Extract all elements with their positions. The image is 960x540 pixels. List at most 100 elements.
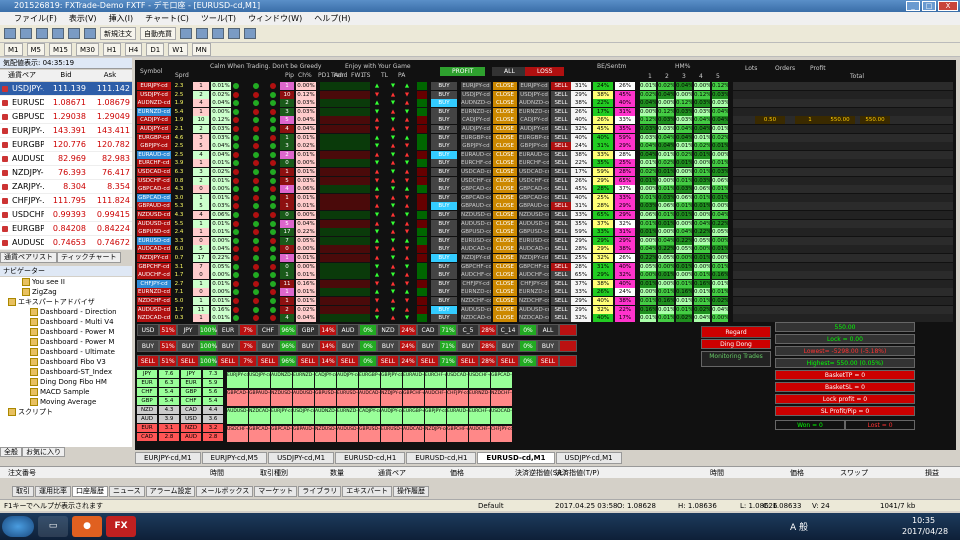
navigator-item[interactable]: Dashboard - Ultimate <box>0 347 132 357</box>
navigator-item[interactable]: MACD Sample <box>0 387 132 397</box>
chart-tab[interactable]: EURUSD-cd,M1 <box>477 452 555 464</box>
pair-symbol-cell[interactable]: AUDCHF-cd <box>137 271 171 280</box>
navigator-item[interactable]: Ding Dong Fibo HM <box>0 377 132 387</box>
pair-symbol-cell[interactable]: GBPCHF-cd <box>137 262 171 271</box>
maximize-button[interactable]: □ <box>922 1 936 11</box>
buy-button[interactable]: BUY <box>431 185 457 194</box>
close-button[interactable]: CLOSE <box>493 150 517 159</box>
close-button[interactable]: CLOSE <box>493 168 517 176</box>
fx-app-icon[interactable]: FX <box>106 516 136 537</box>
menu-item[interactable]: 表示(V) <box>69 13 97 24</box>
pair-symbol-cell[interactable]: AUDJPY-cd <box>137 125 171 133</box>
sell-button[interactable]: SELL <box>551 314 571 323</box>
navigator-item[interactable]: ZigZag <box>0 287 132 297</box>
sell-button[interactable]: SELL <box>551 236 571 245</box>
market-watch-row[interactable]: EURUSD-... 1.08671 1.08679 <box>0 96 132 110</box>
pair-symbol-cell[interactable]: GBPUSD-cd <box>137 228 171 237</box>
terminal-tab[interactable]: 操作履歴 <box>393 486 430 497</box>
terminal-tab[interactable]: 取引 <box>12 486 34 497</box>
clock-time[interactable]: 10:35 <box>912 516 935 525</box>
market-watch-row[interactable]: CHFJPY-... 111.795 111.824 <box>0 194 132 208</box>
terminal-column[interactable]: 数量 <box>330 467 344 479</box>
navigator-item[interactable]: Dashboard - Direction <box>0 307 132 317</box>
pair-symbol-cell[interactable]: NZDUSD-cd <box>137 211 171 219</box>
minimize-button[interactable]: _ <box>906 1 920 11</box>
buy-button[interactable]: BUY <box>431 193 457 202</box>
terminal-tab[interactable]: 運用比率 <box>35 486 71 497</box>
new-order-button[interactable]: 新規注文 <box>100 27 136 40</box>
clock-date[interactable]: 2017/04/28 <box>902 527 948 536</box>
chart-tab[interactable]: USDJPY-cd,M1 <box>555 452 622 464</box>
buy-button[interactable]: BUY <box>431 314 457 323</box>
close-button[interactable]: CLOSE <box>493 125 517 133</box>
pair-symbol-cell[interactable]: NZDJPY-cd <box>137 254 171 262</box>
close-button[interactable]: CLOSE <box>493 193 517 202</box>
terminal-tab[interactable]: エキスパート <box>342 486 393 497</box>
pair-symbol-cell[interactable]: GBPJPY-cd <box>137 142 171 151</box>
terminal-icon[interactable] <box>68 28 80 39</box>
sell-button[interactable]: SELL <box>551 168 571 176</box>
sell-button[interactable]: SELL <box>551 262 571 271</box>
firefox-icon[interactable]: ● <box>72 516 102 537</box>
menu-item[interactable]: ツール(T) <box>201 13 236 24</box>
close-button[interactable]: CLOSE <box>493 271 517 280</box>
timeframe-button[interactable]: H4 <box>124 43 143 56</box>
currency-sell-button[interactable]: SELL <box>377 355 399 367</box>
market-watch-row[interactable]: AUDUSD-... 82.969 82.983 <box>0 152 132 166</box>
navigator-icon[interactable] <box>52 28 64 39</box>
terminal-column[interactable]: 時間 <box>210 467 224 479</box>
close-button[interactable]: CLOSE <box>493 202 517 211</box>
market-watch-row[interactable]: USDCHF-... 0.99393 0.99415 <box>0 208 132 222</box>
currency-sell-button[interactable]: SELL <box>217 355 239 367</box>
buy-button[interactable]: BUY <box>431 288 457 297</box>
pair-symbol-cell[interactable]: USDCAD-cd <box>137 168 171 176</box>
terminal-tab[interactable]: ニュース <box>109 486 145 497</box>
sell-button[interactable]: SELL <box>551 133 571 142</box>
buy-button[interactable]: BUY <box>431 107 457 116</box>
timeframe-button[interactable]: M1 <box>4 43 23 56</box>
currency-sell-button[interactable]: SELL <box>417 355 439 367</box>
buy-button[interactable]: BUY <box>431 90 457 99</box>
buy-button[interactable]: BUY <box>431 279 457 288</box>
zoom-in-icon[interactable] <box>228 28 240 39</box>
sell-button[interactable]: SELL <box>551 288 571 297</box>
currency-sell-button[interactable]: SELL <box>297 355 319 367</box>
menu-item[interactable]: ウィンドウ(W) <box>248 13 302 24</box>
terminal-tab[interactable]: 口座履歴 <box>72 486 108 497</box>
pair-symbol-cell[interactable]: EURCHF-cd <box>137 159 171 168</box>
header-profit[interactable]: PROFIT <box>440 67 486 76</box>
start-button[interactable] <box>2 516 34 537</box>
market-watch-row[interactable]: GBPUSD-... 1.29038 1.29049 <box>0 110 132 124</box>
timeframe-button[interactable]: M30 <box>75 43 99 56</box>
buy-button[interactable]: BUY <box>431 99 457 108</box>
sell-button[interactable]: SELL <box>551 279 571 288</box>
pair-symbol-cell[interactable]: NZDCHF-cd <box>137 297 171 305</box>
buy-button[interactable]: BUY <box>431 211 457 219</box>
close-button[interactable]: CLOSE <box>493 176 517 185</box>
currency-buy-button[interactable]: BUY <box>457 340 479 352</box>
sell-button[interactable]: SELL <box>551 82 571 90</box>
currency-buy-button[interactable]: BUY <box>137 340 159 352</box>
pair-symbol-cell[interactable]: EURGBP-cd <box>137 133 171 142</box>
terminal-column[interactable]: 価格 <box>790 467 804 479</box>
sell-button[interactable]: SELL <box>551 219 571 228</box>
close-button[interactable]: CLOSE <box>493 211 517 219</box>
buy-button[interactable]: BUY <box>431 202 457 211</box>
currency-sell-button[interactable]: SELL <box>537 355 559 367</box>
regard-button[interactable]: Regard <box>701 326 771 338</box>
buy-button[interactable]: BUY <box>431 168 457 176</box>
close-button[interactable]: CLOSE <box>493 279 517 288</box>
currency-buy-button[interactable]: BUY <box>297 340 319 352</box>
navigator-item[interactable]: エキスパートアドバイザ <box>0 297 132 307</box>
pair-symbol-cell[interactable]: AUDCAD-cd <box>137 245 171 254</box>
timeframe-button[interactable]: M5 <box>26 43 45 56</box>
col-bid[interactable]: Bid <box>44 70 88 81</box>
buy-button[interactable]: BUY <box>431 176 457 185</box>
close-button[interactable]: CLOSE <box>493 262 517 271</box>
currency-sell-button[interactable]: SELL <box>177 355 199 367</box>
sell-button[interactable]: SELL <box>551 185 571 194</box>
market-watch-row[interactable]: EURJPY-... 143.391 143.411 <box>0 124 132 138</box>
buy-button[interactable]: BUY <box>431 271 457 280</box>
terminal-column[interactable]: 損益 <box>925 467 939 479</box>
candle-chart-icon[interactable] <box>196 28 208 39</box>
